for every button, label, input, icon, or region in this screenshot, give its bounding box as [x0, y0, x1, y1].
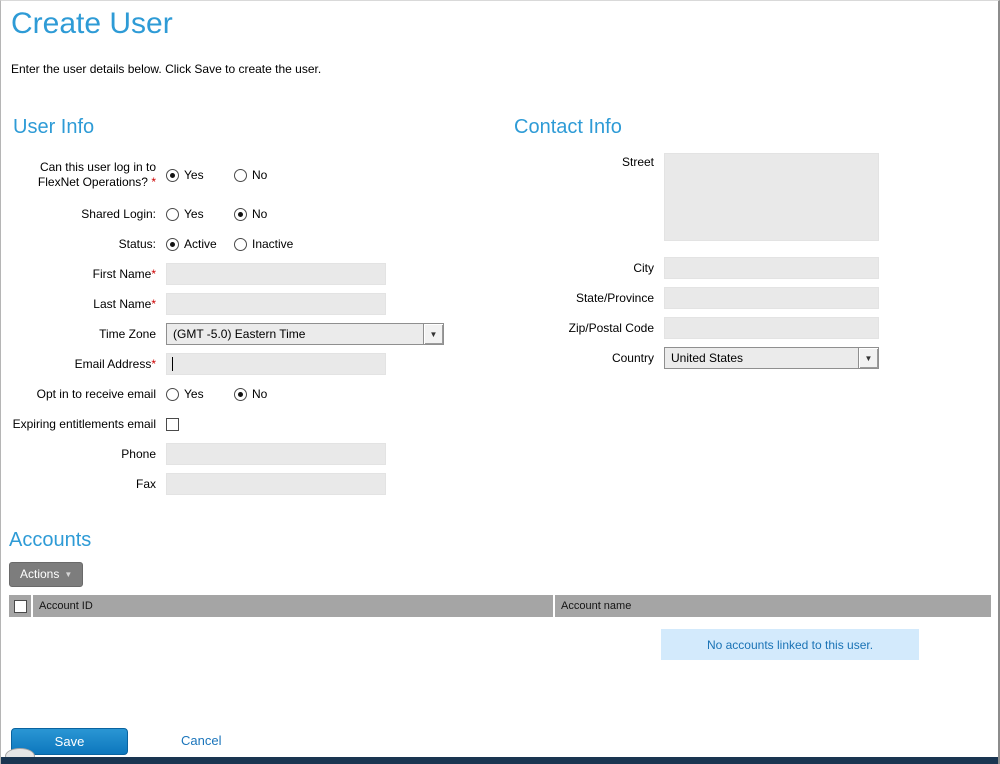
status-active-option: Active [166, 237, 234, 251]
actions-button[interactable]: Actions ▼ [9, 562, 83, 587]
accounts-section: Accounts Actions ▼ Account ID Account na… [1, 529, 1000, 617]
phone-row: Phone [1, 439, 501, 469]
opt-in-row: Opt in to receive email Yes No [1, 379, 501, 409]
contact-info-section: Contact Info Street City State/Province … [506, 116, 998, 373]
zip-field[interactable] [664, 317, 879, 339]
time-zone-value: (GMT -5.0) Eastern Time [167, 324, 423, 344]
bottom-bar [1, 757, 998, 764]
opt-in-yes-option: Yes [166, 387, 234, 401]
chevron-down-icon[interactable]: ▼ [858, 348, 878, 368]
shared-login-yes-option: Yes [166, 207, 234, 221]
create-user-page: Create User Enter the user details below… [0, 0, 1000, 764]
required-asterisk: * [151, 175, 156, 189]
status-row: Status: Active Inactive [1, 229, 501, 259]
status-active-radio[interactable] [166, 238, 179, 251]
state-label: State/Province [506, 291, 664, 306]
user-info-section: User Info Can this user log in to FlexNe… [1, 116, 501, 499]
shared-login-no-radio[interactable] [234, 208, 247, 221]
login-no-radio[interactable] [234, 169, 247, 182]
contact-info-heading: Contact Info [514, 116, 998, 139]
expiring-email-label: Expiring entitlements email [1, 417, 166, 432]
city-label: City [506, 261, 664, 276]
select-all-checkbox[interactable] [14, 600, 27, 613]
text-cursor [172, 357, 173, 371]
email-field-wrap [166, 353, 386, 375]
shared-login-no-option: No [234, 207, 267, 221]
expiring-email-row: Expiring entitlements email [1, 409, 501, 439]
required-asterisk: * [151, 297, 156, 311]
state-row: State/Province [506, 283, 998, 313]
column-header-account-name: Account name [555, 595, 991, 617]
fax-label: Fax [1, 477, 166, 492]
opt-in-no-option: No [234, 387, 267, 401]
opt-in-label: Opt in to receive email [1, 387, 166, 402]
required-asterisk: * [151, 267, 156, 281]
chevron-down-icon[interactable]: ▼ [423, 324, 443, 344]
required-asterisk: * [151, 357, 156, 371]
login-yes-radio[interactable] [166, 169, 179, 182]
shared-login-row: Shared Login: Yes No [1, 199, 501, 229]
chevron-down-icon: ▼ [64, 570, 72, 579]
last-name-label: Last Name* [1, 297, 166, 312]
email-label: Email Address* [1, 357, 166, 372]
zip-label: Zip/Postal Code [506, 321, 664, 336]
city-field[interactable] [664, 257, 879, 279]
first-name-field[interactable] [166, 263, 386, 285]
shared-login-label: Shared Login: [1, 207, 166, 222]
status-inactive-option: Inactive [234, 237, 293, 251]
street-label: Street [506, 153, 664, 170]
time-zone-label: Time Zone [1, 327, 166, 342]
opt-in-yes-radio[interactable] [166, 388, 179, 401]
last-name-row: Last Name* [1, 289, 501, 319]
opt-in-no-radio[interactable] [234, 388, 247, 401]
country-select[interactable]: United States ▼ [664, 347, 879, 369]
cancel-link[interactable]: Cancel [181, 733, 221, 748]
fax-row: Fax [1, 469, 501, 499]
login-question-row: Can this user log in to FlexNet Operatio… [1, 153, 501, 197]
state-field[interactable] [664, 287, 879, 309]
email-field[interactable] [166, 353, 386, 375]
time-zone-row: Time Zone (GMT -5.0) Eastern Time ▼ [1, 319, 501, 349]
phone-label: Phone [1, 447, 166, 462]
time-zone-select[interactable]: (GMT -5.0) Eastern Time ▼ [166, 323, 444, 345]
country-label: Country [506, 351, 664, 366]
expiring-email-checkbox[interactable] [166, 418, 179, 431]
login-question-label: Can this user log in to FlexNet Operatio… [1, 160, 166, 190]
accounts-table-header: Account ID Account name [9, 595, 991, 617]
accounts-heading: Accounts [9, 529, 1000, 552]
status-label: Status: [1, 237, 166, 252]
page-subtitle: Enter the user details below. Click Save… [11, 62, 321, 76]
first-name-row: First Name* [1, 259, 501, 289]
country-value: United States [665, 348, 858, 368]
phone-field[interactable] [166, 443, 386, 465]
login-no-option: No [234, 168, 267, 182]
fax-field[interactable] [166, 473, 386, 495]
user-info-heading: User Info [13, 116, 501, 139]
zip-row: Zip/Postal Code [506, 313, 998, 343]
no-accounts-message: No accounts linked to this user. [661, 629, 919, 660]
page-title: Create User [11, 7, 173, 41]
email-row: Email Address* [1, 349, 501, 379]
login-yes-option: Yes [166, 168, 234, 182]
city-row: City [506, 253, 998, 283]
first-name-label: First Name* [1, 267, 166, 282]
shared-login-yes-radio[interactable] [166, 208, 179, 221]
column-header-account-id: Account ID [33, 595, 555, 617]
last-name-field[interactable] [166, 293, 386, 315]
street-row: Street [506, 153, 998, 241]
select-all-cell [9, 595, 33, 617]
status-inactive-radio[interactable] [234, 238, 247, 251]
street-field[interactable] [664, 153, 879, 241]
country-row: Country United States ▼ [506, 343, 998, 373]
